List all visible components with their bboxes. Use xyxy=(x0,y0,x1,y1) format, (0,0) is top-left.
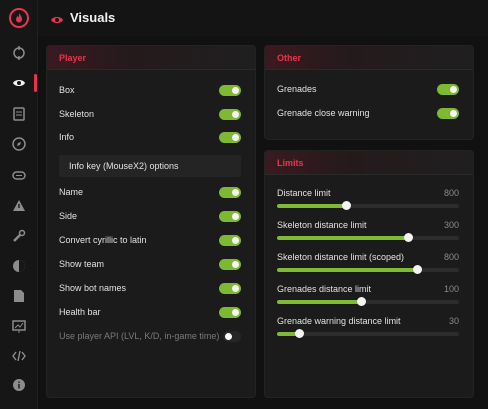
wrench-icon[interactable] xyxy=(11,228,27,244)
toggle-label: Grenades xyxy=(277,84,317,94)
eye-icon xyxy=(50,12,64,30)
skeleton-distance-limit-slider: Skeleton distance limit 300 xyxy=(277,220,459,248)
show-team-toggle[interactable] xyxy=(219,258,241,270)
slider-value: 30 xyxy=(448,316,459,326)
toggle-row-player-api: Use player API (LVL, K/D, in-game time) xyxy=(59,329,241,343)
toggle-label: Convert cyrillic to latin xyxy=(59,235,147,245)
slider-label: Grenades distance limit xyxy=(277,284,372,294)
cloud-icon[interactable] xyxy=(11,167,27,183)
list-icon[interactable] xyxy=(11,106,27,122)
info-icon[interactable] xyxy=(11,377,27,393)
eye-icon[interactable] xyxy=(11,75,27,91)
toggle-label: Grenade close warning xyxy=(277,108,370,118)
toggle-label: Name xyxy=(59,187,84,197)
slider-track[interactable] xyxy=(277,265,459,274)
skeleton-scoped-distance-limit-slider: Skeleton distance limit (scoped) 800 xyxy=(277,252,459,280)
slider-label: Skeleton distance limit (scoped) xyxy=(277,252,405,262)
player-api-toggle[interactable] xyxy=(223,330,241,342)
slider-value: 300 xyxy=(443,220,459,230)
slider-thumb[interactable] xyxy=(342,201,352,210)
toggle-label: Info xyxy=(59,132,75,142)
active-indicator xyxy=(34,74,37,92)
box-toggle[interactable] xyxy=(219,84,241,96)
toggle-label: Box xyxy=(59,85,75,95)
side-toggle[interactable] xyxy=(219,210,241,222)
toggle-row-info: Info xyxy=(59,130,241,144)
toggle-label: Show team xyxy=(59,259,105,269)
slider-track[interactable] xyxy=(277,297,459,306)
slider-fill xyxy=(277,300,361,304)
toggle-row-name: Name xyxy=(59,185,241,199)
slider-thumb[interactable] xyxy=(413,265,423,274)
sidebar xyxy=(0,0,38,409)
page-title: Visuals xyxy=(70,10,116,25)
slider-track[interactable] xyxy=(277,329,459,338)
slider-track[interactable] xyxy=(277,201,459,210)
limits-panel: Limits Distance limit 800 Skeleton dista… xyxy=(264,150,474,398)
warning-icon[interactable] xyxy=(11,197,27,213)
slider-fill xyxy=(277,204,347,208)
bot-names-toggle[interactable] xyxy=(219,282,241,294)
toggle-label: Health bar xyxy=(59,307,101,317)
slider-thumb[interactable] xyxy=(404,233,414,242)
name-toggle[interactable] xyxy=(219,186,241,198)
slider-value: 800 xyxy=(443,252,459,262)
grenades-toggle[interactable] xyxy=(437,83,459,95)
toggle-row-grenades: Grenades xyxy=(277,82,459,96)
toggle-row-grenade-warning: Grenade close warning xyxy=(277,106,459,120)
toggle-row-show-team: Show team xyxy=(59,257,241,271)
toggle-row-cyrillic: Convert cyrillic to latin xyxy=(59,233,241,247)
toggle-row-skeleton: Skeleton xyxy=(59,107,241,121)
limits-panel-title: Limits xyxy=(265,151,473,175)
slider-thumb[interactable] xyxy=(356,297,366,306)
toggle-label: Side xyxy=(59,211,78,221)
toggle-label: Skeleton xyxy=(59,109,95,119)
logo-icon[interactable] xyxy=(9,8,29,28)
code-icon[interactable] xyxy=(11,348,27,364)
slider-track[interactable] xyxy=(277,233,459,242)
slider-value: 800 xyxy=(443,188,459,198)
grenades-distance-limit-slider: Grenades distance limit 100 xyxy=(277,284,459,312)
grenade-warning-distance-limit-slider: Grenade warning distance limit 30 xyxy=(277,316,459,344)
distance-limit-slider: Distance limit 800 xyxy=(277,188,459,216)
file-icon[interactable] xyxy=(11,288,27,304)
toggle-row-health-bar: Health bar xyxy=(59,305,241,319)
toggle-row-box: Box xyxy=(59,83,241,97)
slider-fill xyxy=(277,268,418,272)
crosshair-icon[interactable] xyxy=(11,45,27,61)
grenade-warning-toggle[interactable] xyxy=(437,107,459,119)
health-bar-toggle[interactable] xyxy=(219,306,241,318)
slider-value: 100 xyxy=(443,284,459,294)
header: Visuals xyxy=(38,0,488,36)
slider-fill xyxy=(277,236,409,240)
toggle-label: Show bot names xyxy=(59,283,127,293)
other-panel: Other Grenades Grenade close warning xyxy=(264,45,474,140)
other-panel-title: Other xyxy=(265,46,473,70)
player-panel: Player Box Skeleton Info Info key (Mouse… xyxy=(46,45,256,398)
toggle-row-bot-names: Show bot names xyxy=(59,281,241,295)
player-panel-title: Player xyxy=(47,46,255,70)
slider-label: Distance limit xyxy=(277,188,331,198)
palette-icon[interactable] xyxy=(11,258,27,274)
info-toggle[interactable] xyxy=(219,131,241,143)
slider-label: Grenade warning distance limit xyxy=(277,316,401,326)
chart-icon[interactable] xyxy=(11,318,27,334)
slider-label: Skeleton distance limit xyxy=(277,220,367,230)
slider-thumb[interactable] xyxy=(294,329,304,338)
toggle-label: Use player API (LVL, K/D, in-game time) xyxy=(59,331,220,341)
cyrillic-toggle[interactable] xyxy=(219,234,241,246)
skeleton-toggle[interactable] xyxy=(219,108,241,120)
info-options-header[interactable]: Info key (MouseX2) options xyxy=(59,155,241,177)
toggle-row-side: Side xyxy=(59,209,241,223)
compass-icon[interactable] xyxy=(11,136,27,152)
